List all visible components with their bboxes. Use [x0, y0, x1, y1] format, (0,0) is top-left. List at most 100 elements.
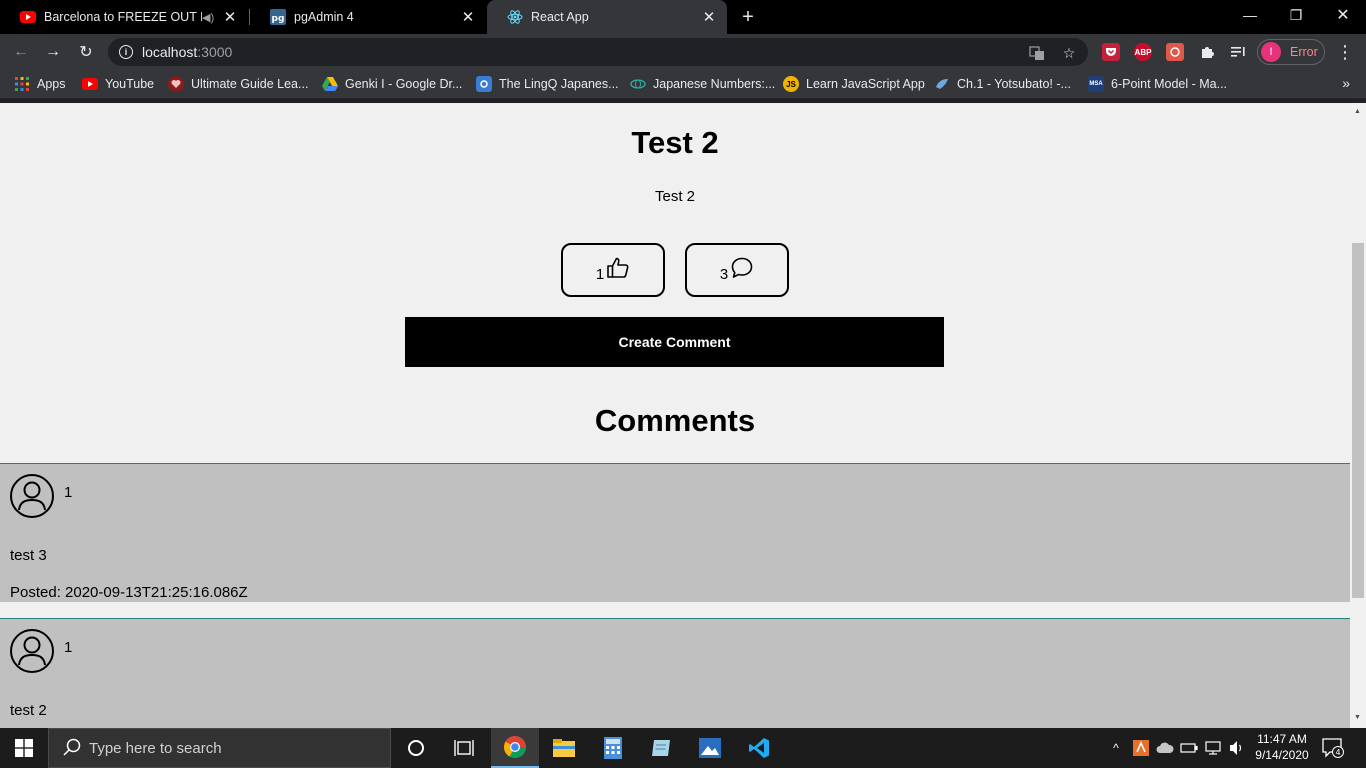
close-tab-icon[interactable]: ✕: [222, 9, 238, 26]
action-center-button[interactable]: 4: [1322, 738, 1344, 758]
extension-label: ABP: [1134, 47, 1152, 57]
tab-pgadmin[interactable]: pg pgAdmin 4 ✕: [250, 0, 486, 34]
pocket-icon[interactable]: [1102, 43, 1120, 61]
bookmark-youtube[interactable]: YouTube: [82, 75, 154, 93]
tab-title: Barcelona to FREEZE OUT Lu: [44, 10, 202, 24]
extension-icon[interactable]: [1166, 43, 1184, 61]
comment-user: 1: [64, 484, 73, 501]
bookmark-six-point-model[interactable]: MSA 6-Point Model - Ma...: [1088, 75, 1227, 93]
cortana-circle-icon: [408, 740, 424, 756]
close-tab-icon[interactable]: ✕: [460, 9, 476, 26]
speech-bubble-icon: [730, 256, 754, 284]
scroll-down-arrow-icon[interactable]: ▼: [1354, 714, 1361, 721]
create-comment-button[interactable]: Create Comment: [405, 317, 944, 367]
bookmark-star-icon[interactable]: ☆: [1060, 44, 1078, 62]
youtube-icon: [82, 76, 98, 92]
tab-strip: Barcelona to FREEZE OUT Lu ◀) ✕ pg pgAdm…: [0, 0, 1366, 34]
menu-kebab-icon[interactable]: ⋮: [1332, 39, 1358, 65]
like-button[interactable]: 1: [561, 243, 665, 297]
bookmark-japanese-numbers[interactable]: Japanese Numbers:...: [630, 75, 775, 93]
scroll-up-arrow-icon[interactable]: ▲: [1354, 108, 1361, 115]
task-view-button[interactable]: [440, 728, 488, 768]
profile-button[interactable]: I Error: [1257, 39, 1325, 65]
photos-icon: [699, 738, 721, 758]
volume-icon[interactable]: [1227, 728, 1247, 768]
more-bookmarks-icon[interactable]: »: [1342, 75, 1350, 91]
tab-react-app[interactable]: React App ✕: [487, 0, 727, 34]
site-info-icon[interactable]: i: [119, 45, 133, 59]
taskbar-vscode[interactable]: [735, 728, 783, 768]
task-view-icon: [454, 740, 474, 756]
taskbar-search-box[interactable]: Type here to search: [48, 728, 391, 768]
taskbar-chrome[interactable]: [491, 728, 539, 768]
restore-button[interactable]: ❐: [1273, 0, 1319, 30]
close-window-button[interactable]: ✕: [1320, 0, 1366, 30]
cortana-button[interactable]: [392, 728, 440, 768]
tab-title: React App: [531, 10, 589, 24]
taskbar-photos[interactable]: [686, 728, 734, 768]
minimize-button[interactable]: —: [1227, 0, 1273, 30]
pgadmin-icon: pg: [270, 9, 286, 25]
comment-count-button[interactable]: 3: [685, 243, 789, 297]
taskbar-file-explorer[interactable]: [540, 728, 588, 768]
comment-text: test 2: [10, 702, 47, 719]
comment-card: 1 test 2: [0, 618, 1350, 728]
translate-icon[interactable]: [1028, 44, 1046, 62]
bookmark-label: The LingQ Japanes...: [499, 77, 619, 91]
taskbar-notepad[interactable]: [637, 728, 685, 768]
taskbar-clock[interactable]: 11:47 AM 9/14/2020: [1250, 731, 1314, 763]
apps-grid-icon: [14, 76, 30, 92]
bookmark-lingq[interactable]: The LingQ Japanes...: [476, 75, 619, 93]
youtube-icon: [20, 9, 36, 25]
url-text[interactable]: localhost:3000: [142, 44, 232, 60]
start-button[interactable]: [0, 728, 48, 768]
close-tab-icon[interactable]: ✕: [701, 9, 717, 26]
react-icon: [507, 9, 523, 25]
avatar: I: [1261, 42, 1281, 62]
media-queue-icon[interactable]: [1229, 43, 1247, 61]
folder-icon: [553, 739, 575, 757]
bookmark-learn-javascript[interactable]: JS Learn JavaScript App: [783, 75, 925, 93]
bookmark-apps[interactable]: Apps: [14, 75, 66, 93]
adblock-plus-icon[interactable]: ABP: [1134, 43, 1152, 61]
comment-posted-date: Posted: 2020-09-13T21:25:16.086Z: [10, 584, 248, 601]
user-avatar-icon: [10, 474, 54, 518]
bookmark-label: Learn JavaScript App: [806, 77, 925, 91]
url-host: localhost: [142, 44, 198, 60]
bookmark-yotsubato[interactable]: Ch.1 - Yotsubato! -...: [934, 75, 1071, 93]
windows-logo-icon: [15, 739, 33, 757]
speaker-icon[interactable]: ◀): [202, 11, 216, 24]
user-avatar-icon: [10, 629, 54, 673]
back-button[interactable]: ←: [8, 39, 34, 65]
forward-button[interactable]: →: [40, 39, 66, 65]
notification-icon: 4: [1322, 738, 1344, 758]
like-count: 1: [595, 265, 605, 283]
scrollbar-thumb[interactable]: [1352, 243, 1364, 598]
url-port: :3000: [197, 44, 233, 60]
page-content: Test 2 Test 2 1 3 Create Comment Comment…: [0, 103, 1350, 728]
post-title: Test 2: [631, 125, 719, 160]
profile-status: Error: [1290, 45, 1318, 59]
page-scrollbar[interactable]: ▲ ▼: [1350, 103, 1366, 728]
battery-icon[interactable]: [1179, 728, 1199, 768]
bookmark-label: 6-Point Model - Ma...: [1111, 77, 1228, 91]
notification-count: 4: [1335, 748, 1340, 757]
post-body: Test 2: [654, 188, 696, 205]
onedrive-icon[interactable]: [1155, 728, 1175, 768]
thumbs-up-icon: [606, 256, 630, 284]
tab-title: pgAdmin 4: [294, 10, 354, 24]
reload-button[interactable]: ↻: [73, 39, 99, 65]
network-icon[interactable]: [1203, 728, 1223, 768]
bookmark-genki[interactable]: Genki I - Google Dr...: [322, 75, 462, 93]
address-bar[interactable]: i localhost:3000 ☆: [108, 38, 1088, 66]
taskbar-calculator[interactable]: [589, 728, 637, 768]
bookmark-ultimate-guide[interactable]: Ultimate Guide Lea...: [168, 75, 308, 93]
tray-app-icon[interactable]: [1131, 728, 1151, 768]
tab-youtube[interactable]: Barcelona to FREEZE OUT Lu ◀) ✕: [0, 0, 248, 34]
comments-heading: Comments: [594, 403, 756, 438]
new-tab-button[interactable]: +: [736, 5, 760, 29]
comment-user: 1: [64, 639, 73, 656]
puzzle-icon[interactable]: [1198, 43, 1216, 61]
bookmark-label: Genki I - Google Dr...: [345, 77, 463, 91]
show-hidden-icons-button[interactable]: ^: [1106, 728, 1126, 768]
